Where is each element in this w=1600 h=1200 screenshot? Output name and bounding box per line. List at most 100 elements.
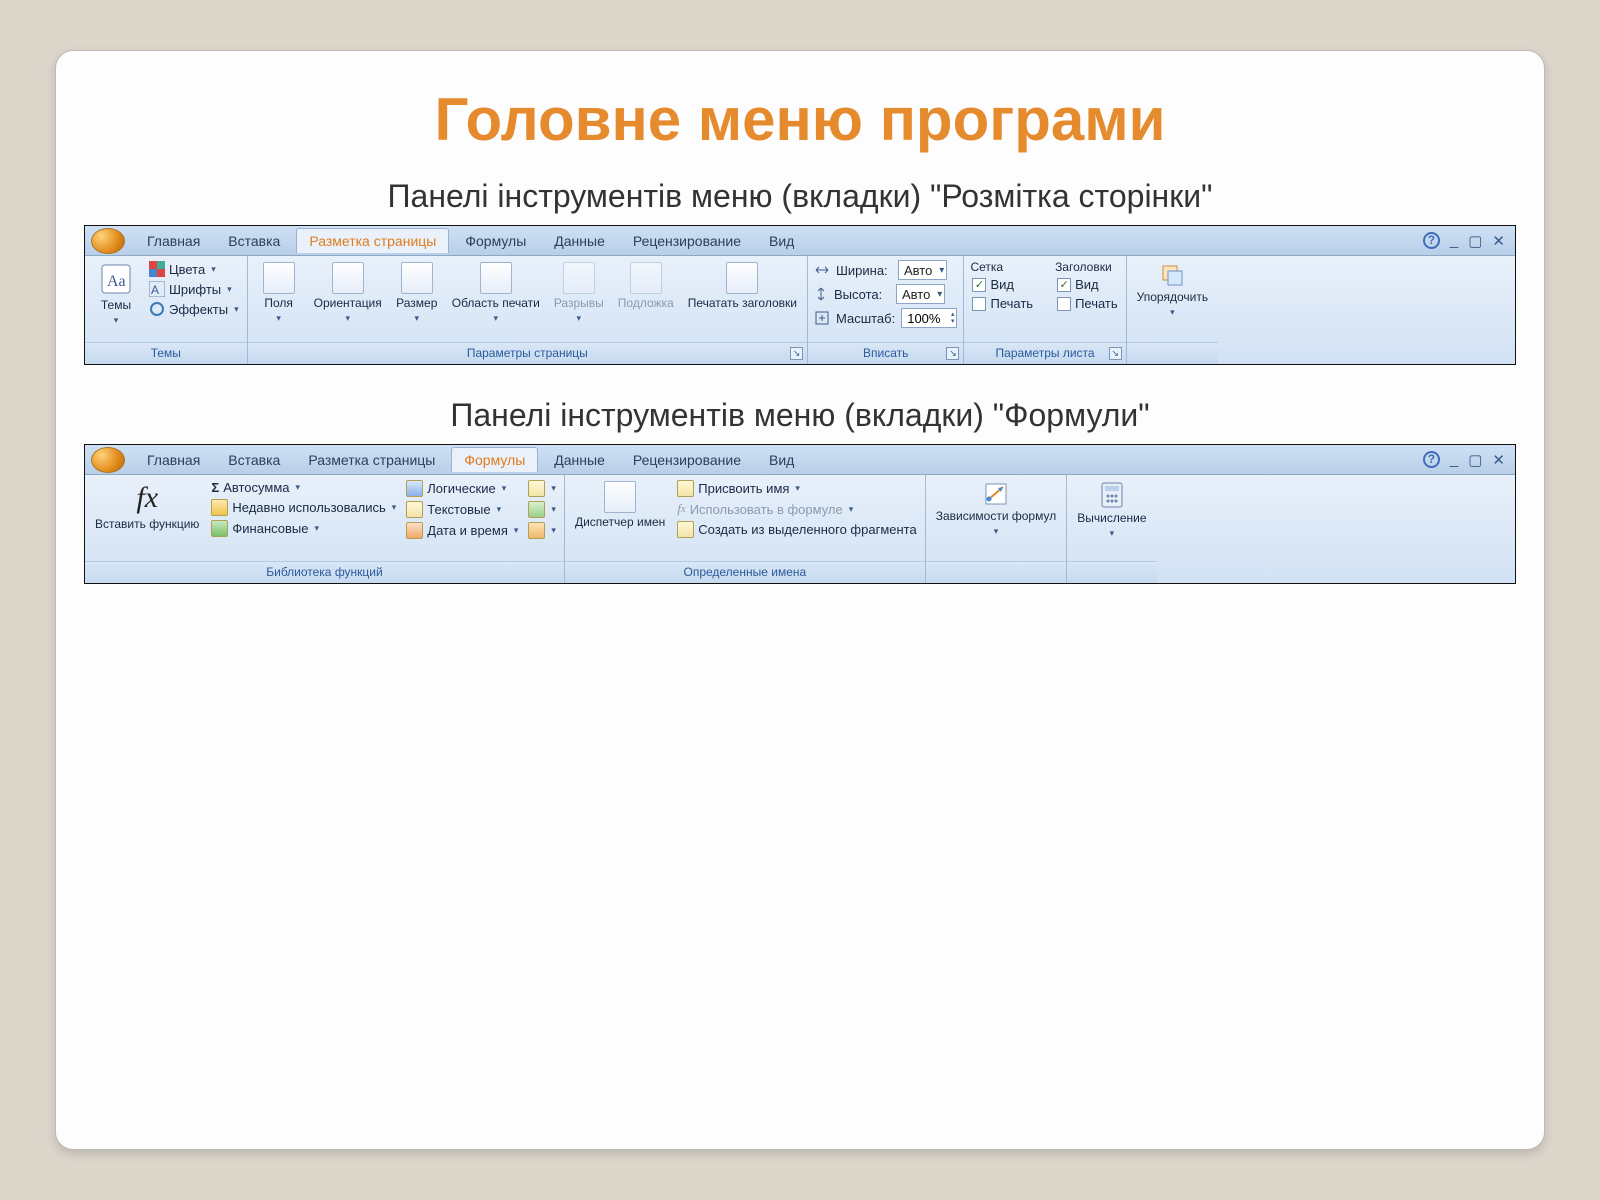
date-time-button[interactable]: Дата и время▾ xyxy=(404,521,520,540)
background-icon xyxy=(630,262,662,294)
colors-button[interactable]: Цвета▾ xyxy=(147,260,241,278)
dialog-launcher-icon[interactable]: ↘ xyxy=(1109,347,1122,360)
office-button-icon[interactable] xyxy=(91,447,125,473)
name-manager-icon xyxy=(604,481,636,513)
print-titles-button[interactable]: Печатать заголовки xyxy=(684,260,801,312)
tab-view[interactable]: Вид xyxy=(757,448,806,472)
tab-insert[interactable]: Вставка xyxy=(216,448,292,472)
checkbox-icon xyxy=(1057,297,1071,311)
minimize-icon[interactable]: _ xyxy=(1450,232,1458,250)
help-icon[interactable]: ? xyxy=(1423,232,1440,249)
print-titles-icon xyxy=(726,262,758,294)
subtitle-1: Панелі інструментів меню (вкладки) "Розм… xyxy=(84,178,1516,215)
height-combo[interactable]: Авто xyxy=(896,284,945,304)
financial-button[interactable]: Финансовые▾ xyxy=(209,519,398,538)
margins-button[interactable]: Поля▾ xyxy=(254,260,304,326)
tab-data[interactable]: Данные xyxy=(542,229,617,253)
fonts-button[interactable]: A Шрифты▾ xyxy=(147,280,241,298)
window-controls: ? _ ▢ ✕ xyxy=(1423,451,1515,469)
office-button-icon[interactable] xyxy=(91,228,125,254)
lookup-button[interactable]: ▾ xyxy=(526,479,558,498)
print-area-button[interactable]: Область печати▾ xyxy=(448,260,544,326)
chevron-down-icon: ▾ xyxy=(114,315,119,326)
close-icon[interactable]: ✕ xyxy=(1492,232,1505,250)
logical-button[interactable]: Логические▾ xyxy=(404,479,520,498)
calculation-button[interactable]: Вычисление▾ xyxy=(1073,479,1150,541)
group-label-themes: Темы xyxy=(85,342,247,364)
use-in-formula-button[interactable]: fxИспользовать в формуле▾ xyxy=(675,500,918,518)
create-from-selection-button[interactable]: Создать из выделенного фрагмента xyxy=(675,520,918,539)
tab-review[interactable]: Рецензирование xyxy=(621,229,753,253)
group-calculation: Вычисление▾ xyxy=(1067,475,1156,583)
more-fn-icon xyxy=(528,522,545,539)
tab-home[interactable]: Главная xyxy=(135,229,212,253)
more-functions-button[interactable]: ▾ xyxy=(526,521,558,540)
print-area-icon xyxy=(480,262,512,294)
formula-deps-button[interactable]: Зависимости формул▾ xyxy=(932,479,1061,539)
maximize-icon[interactable]: ▢ xyxy=(1468,451,1482,469)
define-name-icon xyxy=(677,480,694,497)
arrange-button[interactable]: Упорядочить▾ xyxy=(1133,260,1212,320)
headings-print-check[interactable]: Печать xyxy=(1055,295,1120,312)
scale-spinner[interactable]: 100% xyxy=(901,308,957,328)
gridlines-print-check[interactable]: Печать xyxy=(970,295,1035,312)
tab-formulas[interactable]: Формулы xyxy=(451,447,538,472)
recent-icon xyxy=(211,499,228,516)
size-button[interactable]: Размер▾ xyxy=(392,260,442,326)
tab-home[interactable]: Главная xyxy=(135,448,212,472)
breaks-icon xyxy=(563,262,595,294)
tab-page-layout[interactable]: Разметка страницы xyxy=(296,228,449,253)
close-icon[interactable]: ✕ xyxy=(1492,451,1505,469)
colors-icon xyxy=(149,261,165,277)
scale-icon xyxy=(814,310,830,326)
themes-button[interactable]: Aa Темы ▾ xyxy=(91,260,141,328)
create-from-sel-icon xyxy=(677,521,694,538)
width-combo[interactable]: Авто xyxy=(898,260,947,280)
maximize-icon[interactable]: ▢ xyxy=(1468,232,1482,250)
dialog-launcher-icon[interactable]: ↘ xyxy=(946,347,959,360)
datetime-icon xyxy=(406,522,423,539)
name-manager-button[interactable]: Диспетчер имен xyxy=(571,479,669,531)
breaks-button[interactable]: Разрывы▾ xyxy=(550,260,608,326)
gridlines-view-check[interactable]: ✓Вид xyxy=(970,276,1035,293)
sigma-icon: Σ xyxy=(211,480,219,495)
window-controls: ? _ ▢ ✕ xyxy=(1423,232,1515,250)
headings-view-check[interactable]: ✓Вид xyxy=(1055,276,1120,293)
insert-function-button[interactable]: fx Вставить функцию xyxy=(91,479,203,533)
tab-view[interactable]: Вид xyxy=(757,229,806,253)
text-icon xyxy=(406,501,423,518)
group-defined-names: Диспетчер имен Присвоить имя▾ fxИспользо… xyxy=(565,475,926,583)
group-label-function-library: Библиотека функций xyxy=(85,561,564,583)
tab-data[interactable]: Данные xyxy=(542,448,617,472)
group-label-calculation xyxy=(1067,561,1156,583)
minimize-icon[interactable]: _ xyxy=(1450,451,1458,469)
math-icon xyxy=(528,501,545,518)
dialog-launcher-icon[interactable]: ↘ xyxy=(790,347,803,360)
background-button[interactable]: Подложка xyxy=(614,260,678,312)
slide: Головне меню програми Панелі інструменті… xyxy=(55,50,1545,1150)
tab-insert[interactable]: Вставка xyxy=(216,229,292,253)
math-button[interactable]: ▾ xyxy=(526,500,558,519)
group-page-setup: Поля▾ Ориентация▾ Размер▾ Область печати… xyxy=(248,256,808,364)
group-formula-auditing: Зависимости формул▾ xyxy=(926,475,1068,583)
effects-button[interactable]: Эффекты▾ xyxy=(147,300,241,318)
scale-row: Масштаб: 100% xyxy=(814,308,957,328)
tab-page-layout[interactable]: Разметка страницы xyxy=(296,448,447,472)
autosum-button[interactable]: ΣАвтосумма▾ xyxy=(209,479,398,496)
help-icon[interactable]: ? xyxy=(1423,451,1440,468)
tab-formulas[interactable]: Формулы xyxy=(453,229,538,253)
arrange-icon xyxy=(1159,262,1185,288)
recently-used-button[interactable]: Недавно использовались▾ xyxy=(209,498,398,517)
tab-review[interactable]: Рецензирование xyxy=(621,448,753,472)
define-name-button[interactable]: Присвоить имя▾ xyxy=(675,479,918,498)
orientation-button[interactable]: Ориентация▾ xyxy=(310,260,386,326)
checkbox-checked-icon: ✓ xyxy=(972,278,986,292)
ribbon-formulas: Главная Вставка Разметка страницы Формул… xyxy=(84,444,1516,584)
group-arrange: Упорядочить▾ xyxy=(1127,256,1218,364)
svg-text:Aa: Aa xyxy=(107,273,126,290)
size-icon xyxy=(401,262,433,294)
text-button[interactable]: Текстовые▾ xyxy=(404,500,520,519)
use-in-formula-icon: fx xyxy=(677,501,685,517)
calculator-icon xyxy=(1100,481,1124,509)
fx-icon: fx xyxy=(136,481,158,515)
